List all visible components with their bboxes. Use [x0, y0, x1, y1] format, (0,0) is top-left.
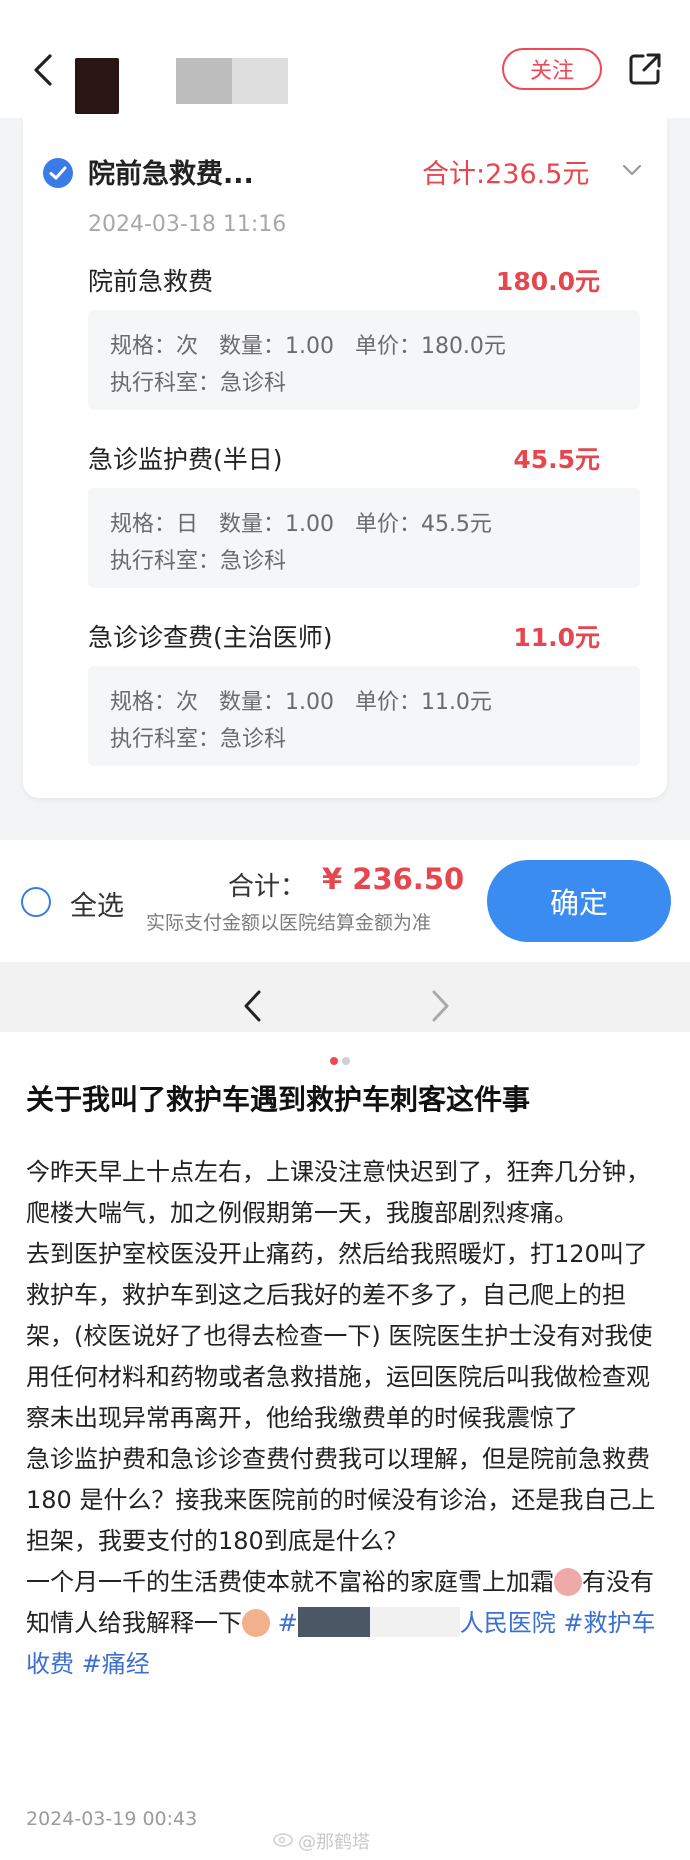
back-arrow-icon[interactable]	[24, 50, 64, 90]
carousel-dots	[330, 1050, 354, 1069]
post-paragraph: 今昨天早上十点左右，上课没注意快迟到了，狂奔几分钟，爬楼大喘气，加之例假期第一天…	[26, 1158, 650, 1227]
bill-group-title: 院前急救费...	[88, 159, 254, 190]
follow-button[interactable]: 关注	[502, 48, 602, 90]
crying-emoji-icon	[242, 1609, 270, 1637]
total-label: 合计：	[228, 872, 307, 902]
hashtag-text: 人民医院	[459, 1609, 556, 1637]
redacted-block	[297, 1607, 370, 1637]
total-amount: ¥ 236.50	[322, 862, 465, 896]
hashtag-dysmenorrhea[interactable]: #痛经	[82, 1650, 150, 1678]
watermark: @那鹤塔	[298, 1832, 370, 1853]
bill-item-price: 180.0元	[495, 267, 600, 296]
bill-item-detail: 规格：次 数量：1.00 单价：180.0元 执行科室：急诊科	[88, 310, 640, 410]
carousel-dot-active	[330, 1057, 338, 1065]
bill-item-name: 急诊诊查费(主治医师)	[88, 623, 333, 652]
bill-item-spec: 规格：次 数量：1.00 单价：180.0元	[110, 334, 506, 359]
bill-item-dept: 执行科室：急诊科	[110, 549, 287, 574]
bill-item-spec: 规格：次 数量：1.00 单价：11.0元	[110, 690, 492, 715]
bill-group-time: 2024-03-18 11:16	[88, 212, 287, 237]
redacted-block	[369, 1607, 460, 1637]
post-body: 今昨天早上十点左右，上课没注意快迟到了，狂奔几分钟，爬楼大喘气，加之例假期第一天…	[26, 1152, 666, 1685]
confirm-button[interactable]: 确定	[487, 860, 671, 942]
bill-item-price: 11.0元	[513, 623, 600, 652]
avatar[interactable]	[75, 58, 119, 114]
post-text: 一个月一千的生活费使本就不富裕的家庭雪上加霜	[26, 1568, 554, 1596]
post-paragraph: 一个月一千的生活费使本就不富裕的家庭雪上加霜 有没有知情人给我解释一下 # 人民医院…	[26, 1562, 666, 1685]
payment-note: 实际支付金额以医院结算金额为准	[146, 912, 432, 934]
checked-circle-icon[interactable]	[42, 157, 74, 189]
carousel-dot	[342, 1057, 350, 1065]
chevron-right-icon[interactable]	[425, 986, 455, 1026]
post-title: 关于我叫了救护车遇到救护车刺客这件事	[26, 1083, 531, 1116]
hashtag-hospital[interactable]: # 人民医院	[277, 1607, 556, 1637]
chevron-down-icon[interactable]	[620, 158, 644, 182]
select-all-label[interactable]: 全选	[70, 884, 124, 923]
weibo-logo-icon	[273, 1833, 293, 1847]
radio-unchecked-icon[interactable]	[20, 886, 52, 918]
chevron-left-icon[interactable]	[238, 986, 268, 1026]
bill-item-name: 院前急救费	[88, 267, 214, 296]
bill-item-detail: 规格：日 数量：1.00 单价：45.5元 执行科室：急诊科	[88, 488, 640, 588]
bill-item-price: 45.5元	[513, 445, 600, 474]
hashtag-prefix: #	[277, 1609, 298, 1637]
post-timestamp: 2024-03-19 00:43	[26, 1808, 198, 1830]
image-carousel-nav	[0, 962, 690, 1032]
nickname-redacted	[176, 58, 288, 104]
bill-item-spec: 规格：日 数量：1.00 单价：45.5元	[110, 512, 492, 537]
sad-emoji-icon	[554, 1568, 582, 1596]
bill-item-dept: 执行科室：急诊科	[110, 371, 287, 396]
post-paragraph: 去到医护室校医没开止痛药，然后给我照暖灯，打120叫了救护车，救护车到这之后我好…	[26, 1240, 653, 1432]
share-icon[interactable]	[626, 50, 664, 88]
bill-group-total: 合计:236.5元	[422, 159, 590, 190]
bill-item-name: 急诊监护费(半日)	[88, 445, 283, 474]
bill-item-dept: 执行科室：急诊科	[110, 727, 287, 752]
post-paragraph: 急诊监护费和急诊诊查费付费我可以理解，但是院前急救费 180 是什么？接我来医院…	[26, 1445, 656, 1555]
bill-item-detail: 规格：次 数量：1.00 单价：11.0元 执行科室：急诊科	[88, 666, 640, 766]
